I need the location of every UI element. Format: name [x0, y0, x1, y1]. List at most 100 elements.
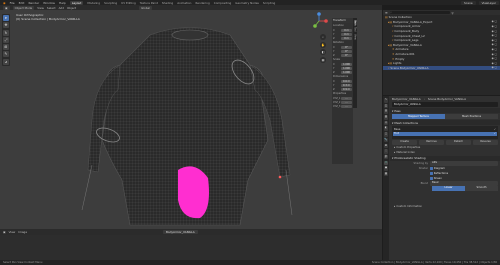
filter-icon[interactable]: ⚲	[452, 11, 454, 15]
move-icon[interactable]: ✥	[3, 22, 9, 29]
reverse-button[interactable]: Reverse	[473, 140, 498, 145]
menu-select[interactable]: Select	[47, 6, 56, 10]
location-z-field[interactable]: 0 m	[341, 36, 352, 40]
texture-tab-icon[interactable]: ▦	[383, 171, 389, 177]
smooth-option[interactable]: Smooth	[465, 186, 498, 191]
visibility-icon[interactable]: ◉ ▢	[491, 48, 497, 51]
scale-x-field[interactable]: 1.000	[341, 62, 352, 66]
view-layer-tab-icon[interactable]: ▧	[383, 115, 389, 120]
image-selector[interactable]: BodyArmor_VANILLA	[163, 230, 198, 234]
visibility-icon[interactable]: ◉ ▢	[491, 34, 497, 37]
tab-geometry-nodes[interactable]: Geometry Nodes	[235, 1, 259, 5]
menu-render[interactable]: Render	[28, 1, 39, 5]
dimensions-z-field[interactable]: 0.9 m	[341, 87, 352, 91]
tab-layout[interactable]: Layout	[69, 0, 84, 5]
tab-rendering[interactable]: Rendering	[195, 1, 209, 5]
tab-animation[interactable]: Animation	[177, 1, 191, 5]
list-item-selected[interactable]: Tint ✓	[393, 131, 497, 136]
rotation-z-field[interactable]: 0°	[341, 53, 352, 57]
section-shading[interactable]: ▾ Photorealistic Shading	[390, 155, 500, 161]
remove-button[interactable]: Remove	[419, 140, 444, 145]
visibility-icon[interactable]: ◉ ▢	[491, 66, 497, 69]
checkbox-sheen[interactable]: Sheen	[430, 177, 442, 180]
menu-image-view[interactable]: View	[9, 230, 16, 234]
material-tab-icon[interactable]: ●	[383, 166, 389, 171]
rotation-x-field[interactable]: 0°	[341, 45, 352, 49]
menu-view[interactable]: View	[37, 6, 44, 10]
menu-object[interactable]: Object	[67, 6, 76, 10]
section-maps[interactable]: ▾ Mesh Collections	[390, 120, 500, 125]
object-tab-icon[interactable]: ▢	[383, 132, 389, 137]
mesh-data-field[interactable]: BodyArmor_VANILLA	[392, 102, 498, 107]
scene-tab-icon[interactable]: ◎	[383, 120, 389, 126]
visibility-icon[interactable]: ◉ ▢	[491, 43, 497, 46]
scale-icon[interactable]: ⤢	[3, 36, 9, 43]
location-x-field[interactable]: 0 m	[341, 28, 352, 32]
dimensions-y-field[interactable]: 0.3 m	[341, 83, 352, 87]
menu-edit[interactable]: Edit	[19, 1, 25, 5]
outliner-row-selected[interactable]: ▿ Scene BodyArmor_VANILLA ◉ ▢	[383, 65, 500, 71]
visibility-icon[interactable]: ◉ ▢	[491, 53, 497, 56]
menu-help[interactable]: Help	[59, 1, 66, 5]
tab-texture-paint[interactable]: Texture Paint	[140, 1, 158, 5]
image-editor-type-icon[interactable]: ▣	[3, 230, 6, 234]
mesh-positions-option[interactable]: Mesh Positions	[445, 114, 498, 119]
dimensions-x-field[interactable]: 0.6 m	[341, 79, 352, 83]
menu-window[interactable]: Window	[43, 1, 55, 5]
mesh-data-name[interactable]: Scene BodyArmor_VANILLA	[428, 97, 466, 101]
custom-information-subpanel[interactable]: ▸ Custom Information	[390, 205, 500, 210]
detach-button[interactable]: Detach	[446, 140, 471, 145]
blender-logo-icon[interactable]: ◉	[3, 1, 6, 5]
tab-item[interactable]: Item	[353, 20, 357, 26]
mesh-data-tab-icon[interactable]: ▿	[383, 160, 389, 166]
section-uv[interactable]: ▾ Pass	[390, 108, 500, 113]
visibility-icon[interactable]: ◉ ▢	[491, 39, 497, 42]
visibility-icon[interactable]: ◉ ▢	[491, 57, 497, 60]
rotate-icon[interactable]: ↻	[3, 29, 9, 36]
physics-tab-icon[interactable]: ◌	[383, 149, 389, 154]
shading-by-dropdown[interactable]: Alfa	[430, 161, 498, 166]
visibility-icon[interactable]: ◉ ▢	[491, 62, 497, 65]
create-button[interactable]: Create	[392, 140, 417, 145]
tab-sculpting[interactable]: Sculpting	[104, 1, 117, 5]
tool-tab-icon[interactable]: ✎	[383, 98, 389, 103]
tab-shading[interactable]: Shading	[162, 1, 173, 5]
cursor-icon[interactable]: ➤	[3, 15, 9, 21]
tab-scripting[interactable]: Scripting	[263, 1, 275, 5]
grid-icon[interactable]: ▦	[320, 56, 326, 63]
visibility-icon[interactable]: ◉ ▢	[491, 20, 497, 23]
visibility-icon[interactable]: ◉ ▢	[491, 30, 497, 33]
constraints-tab-icon[interactable]: ⛓	[383, 154, 389, 160]
editor-type-icon[interactable]: ▣	[3, 5, 10, 10]
rotation-y-field[interactable]: 0°	[341, 49, 352, 53]
image-editor-area[interactable]	[0, 235, 382, 260]
menu-file[interactable]: File	[10, 1, 15, 5]
mode-selector[interactable]: Object Mode	[12, 5, 35, 10]
mapped-texture-option[interactable]: Mapped Texture	[392, 114, 445, 119]
pivot-selector[interactable]: Global	[139, 5, 153, 10]
scale-y-field[interactable]: 1.000	[341, 66, 352, 70]
modifier-tab-icon[interactable]: 🔧	[383, 137, 389, 143]
menu-add[interactable]: Add	[59, 6, 64, 10]
view-layer-selector[interactable]: ViewLayer	[478, 0, 499, 5]
pan-hand-icon[interactable]: ✋	[320, 41, 326, 48]
material-index-subpanel[interactable]: ▸ Material Index	[390, 150, 500, 155]
zoom-icon[interactable]: ⌕	[320, 34, 326, 40]
tab-view[interactable]: View	[354, 34, 357, 40]
annotate-icon[interactable]: ✎	[3, 51, 9, 58]
blend-dropdown[interactable]: Basic	[430, 181, 498, 186]
measure-icon[interactable]: ⊿	[3, 58, 9, 65]
outliner-search-input[interactable]: ⌕	[389, 10, 450, 15]
camera-icon[interactable]: ◧	[320, 49, 326, 55]
prop-2-field[interactable]: ...	[341, 100, 352, 104]
object-name[interactable]: BodyArmor_VANILLA	[392, 97, 421, 101]
location-y-field[interactable]: 0 m	[341, 32, 352, 36]
tab-uv-editing[interactable]: UV Editing	[121, 1, 136, 5]
world-tab-icon[interactable]: ◐	[383, 126, 389, 131]
output-tab-icon[interactable]: ▤	[383, 109, 389, 114]
tab-modeling[interactable]: Modeling	[87, 1, 100, 5]
scene-selector[interactable]: Scene	[461, 0, 476, 5]
scale-z-field[interactable]: 1.000	[341, 70, 352, 74]
transform-icon[interactable]: ⊞	[3, 44, 9, 51]
tab-tool[interactable]: Tool	[354, 27, 357, 32]
